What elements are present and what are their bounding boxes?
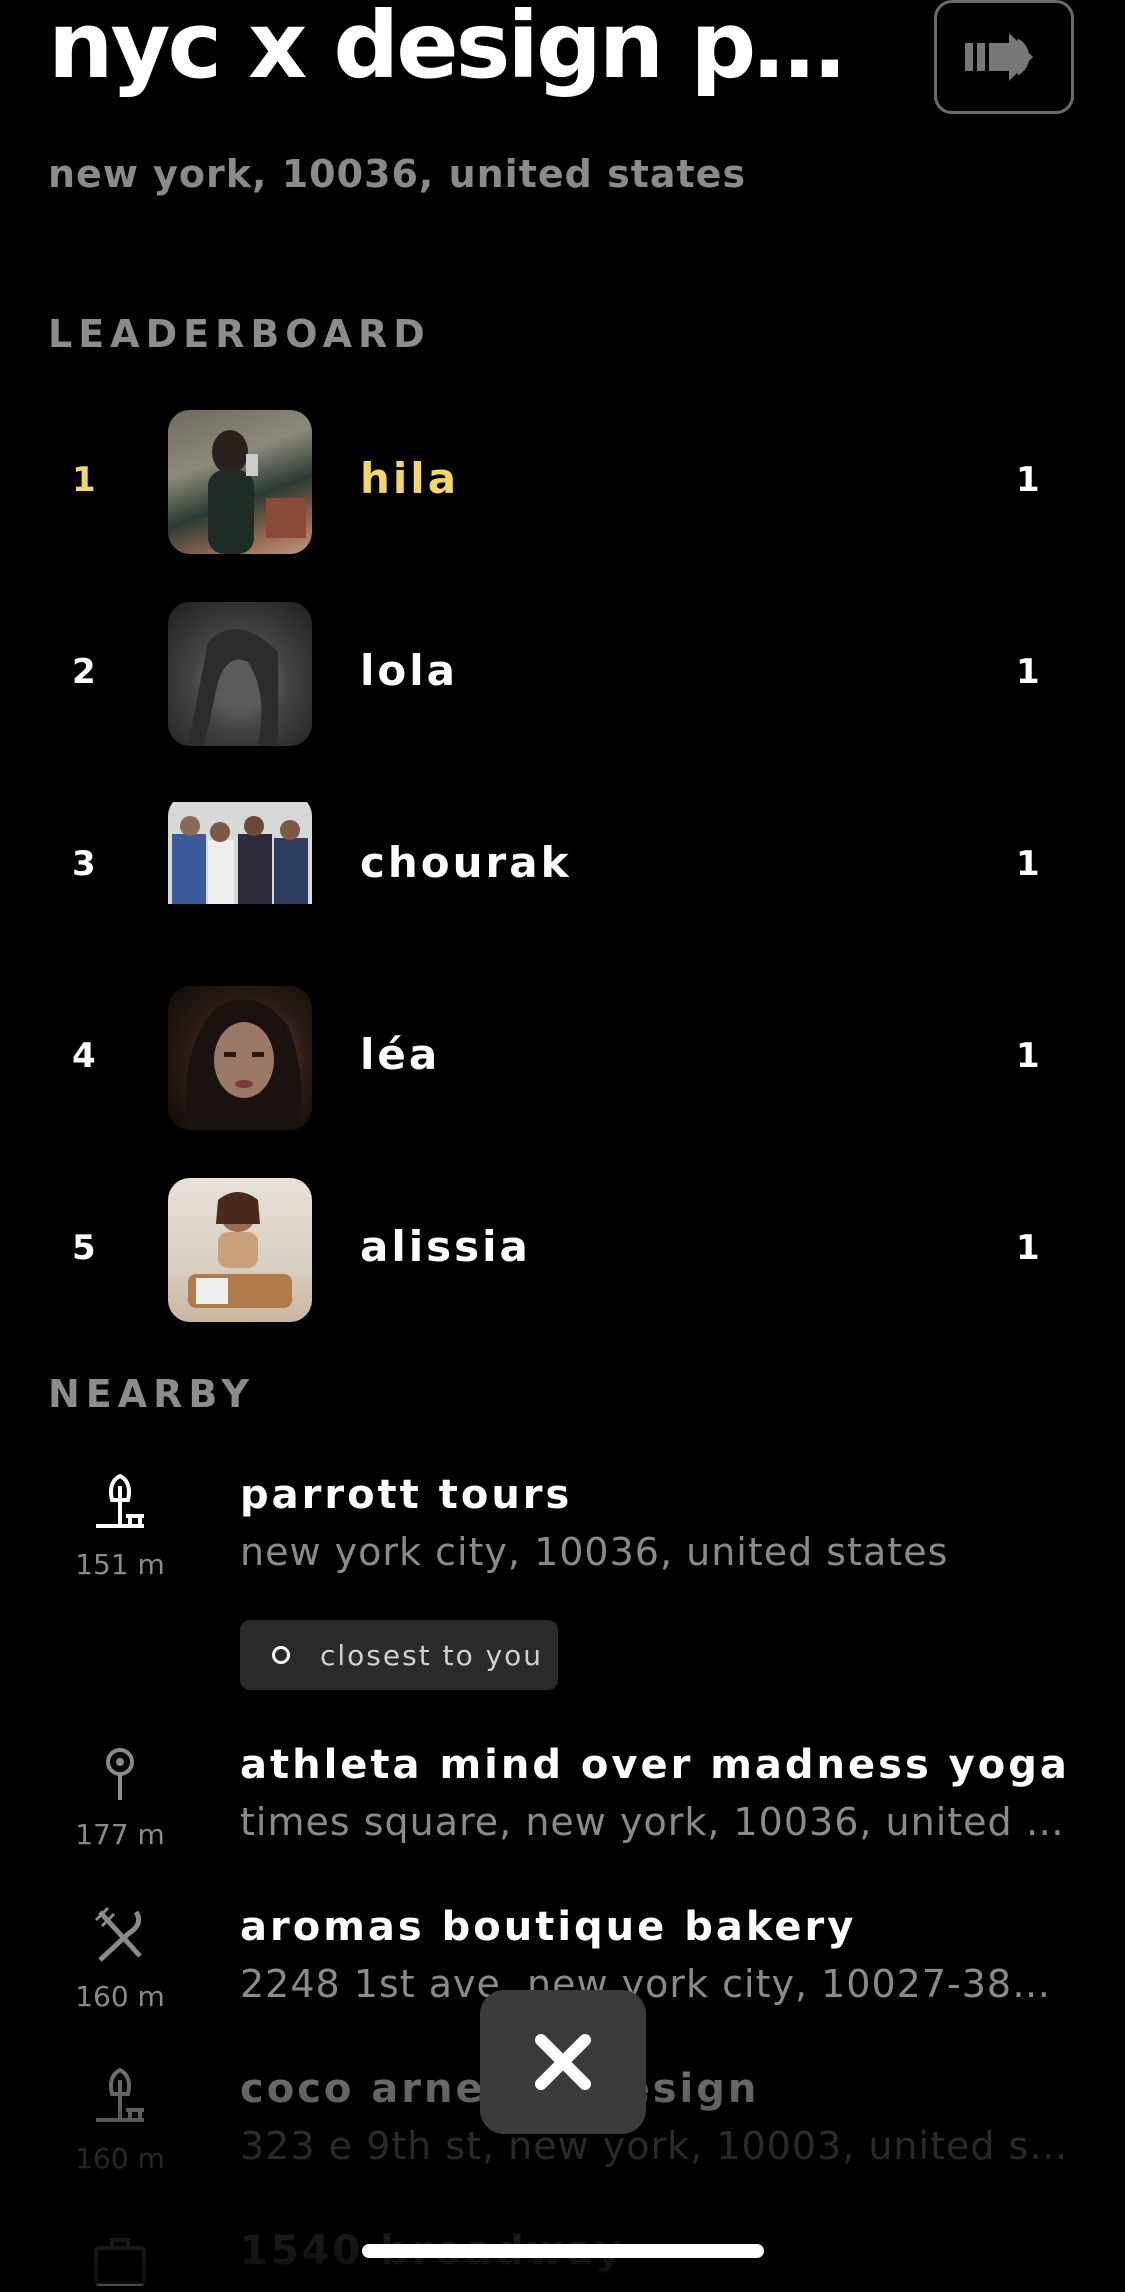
score: 1 [1016,1228,1040,1268]
player-name: lola [360,646,458,695]
share-arrow-icon [965,33,1033,81]
rank: 1 [72,460,96,500]
distance-label: 151 m [75,1548,165,1581]
distance-label: 177 m [75,1818,165,1851]
player-name: hila [360,454,460,503]
score: 1 [1016,460,1040,500]
distance-label: 160 m [75,1980,165,2013]
avatar [168,986,312,1130]
nearby-heading: NEARBY [48,1372,255,1416]
close-icon [535,2034,591,2090]
place-name: athleta mind over madness yoga [240,1742,1070,1788]
park-tree-icon [84,1472,156,1536]
leaderboard-row[interactable]: 1 hila 1 [0,410,1125,554]
rank: 3 [72,844,96,884]
page-title: nyc x design pavili... [48,0,888,98]
player-name: léa [360,1030,441,1079]
place-address: 323 e 9th st, new york, 10003, united st… [240,2124,1070,2168]
rank: 4 [72,1036,96,1076]
park-tree-icon [84,2066,156,2130]
place-address: 2248 1st ave, new york city, 10027-3811,… [240,1962,1070,2006]
leaderboard-row[interactable]: 2 lola 1 [0,602,1125,746]
player-name: alissia [360,1222,531,1271]
map-pin-icon [84,1742,156,1806]
place-name: aromas boutique bakery [240,1904,857,1950]
rank: 2 [72,652,96,692]
avatar [168,602,312,746]
location-dot-icon [272,1646,290,1664]
place-name: parrott tours [240,1472,573,1518]
badge-label: closest to you [320,1638,544,1672]
leaderboard-row[interactable]: 4 léa 1 [0,986,1125,1130]
distance-label: 160 m [75,2142,165,2175]
place-address: times square, new york, 10036, united s.… [240,1800,1070,1844]
closest-badge: closest to you [240,1620,558,1690]
share-button[interactable] [934,0,1074,114]
score: 1 [1016,652,1040,692]
leaderboard-row[interactable]: 5 alissia 1 [0,1178,1125,1322]
avatar [168,410,312,554]
rank: 5 [72,1228,96,1268]
score: 1 [1016,1036,1040,1076]
place-address: new york city, 10036, united states [240,1530,949,1574]
score: 1 [1016,844,1040,884]
briefcase-icon [84,2228,156,2292]
leaderboard-row[interactable]: 3 chourak 1 [0,794,1125,938]
avatar [168,794,312,938]
location-subtitle: new york, 10036, united states [48,152,747,196]
home-indicator[interactable] [362,2244,764,2258]
avatar [168,1178,312,1322]
leaderboard-heading: LEADERBOARD [48,312,431,356]
close-button[interactable] [480,1990,646,2134]
player-name: chourak [360,838,572,887]
fork-knife-icon [84,1904,156,1968]
